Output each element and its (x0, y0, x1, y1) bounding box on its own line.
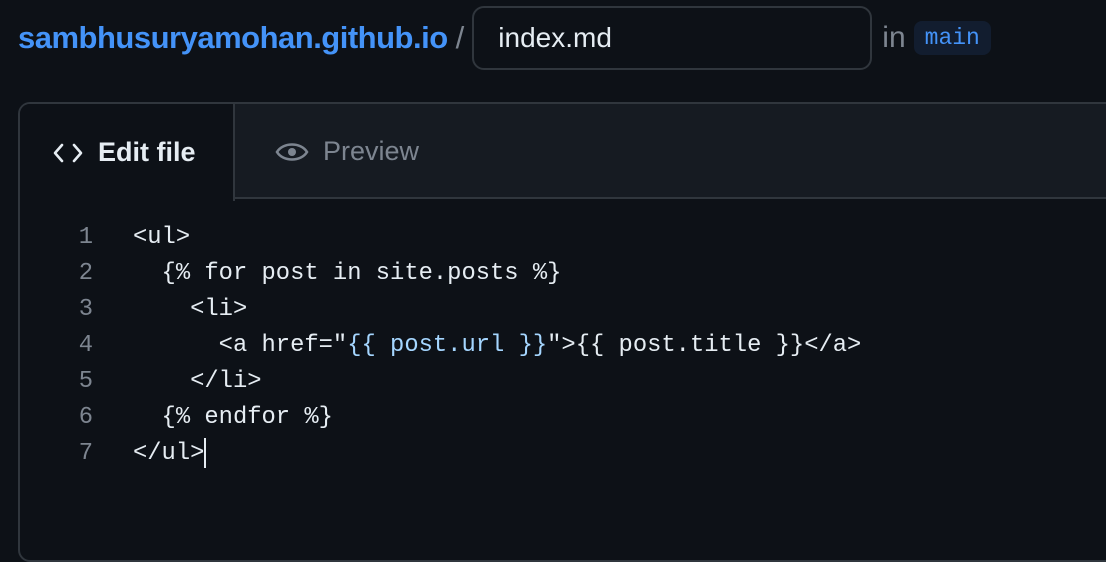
code-editor[interactable]: 1 <ul> 2 {% for post in site.posts %} 3 <… (0, 220, 861, 472)
line-number: 3 (78, 296, 93, 323)
line-number: 4 (78, 332, 93, 359)
string-token: {{ post.url }} (347, 332, 548, 359)
tab-label: Edit file (98, 137, 196, 167)
code-token: <a href=" (133, 332, 348, 359)
line-number: 5 (78, 368, 93, 395)
line-text: <ul> (133, 224, 191, 251)
code-token: ">{{ post.title }}</a> (547, 332, 862, 359)
code-line: 4 <a href="{{ post.url }}">{{ post.title… (0, 328, 862, 364)
tab-edit-file[interactable]: Edit file (20, 104, 235, 201)
editor-tabs: Edit file Preview (20, 104, 1106, 201)
line-text: <li> (133, 296, 248, 323)
code-line: 6 {% endfor %} (0, 400, 861, 436)
tab-label: Preview (323, 136, 420, 166)
breadcrumb: sambhusuryamohan.github.io / in main (18, 6, 991, 70)
code-line: 1 <ul> (0, 220, 861, 256)
line-number: 6 (78, 404, 93, 431)
tab-preview[interactable]: Preview (235, 104, 419, 199)
code-icon (53, 143, 83, 162)
line-text: {% endfor %} (133, 404, 333, 431)
filename-input[interactable] (472, 6, 873, 70)
line-number: 7 (78, 440, 93, 467)
branch-badge[interactable]: main (913, 21, 991, 55)
repo-link[interactable]: sambhusuryamohan.github.io (18, 20, 448, 56)
line-number: 1 (78, 224, 93, 251)
line-number: 2 (78, 260, 93, 287)
in-label: in (882, 21, 906, 54)
line-text: </li> (133, 368, 262, 395)
code-line: 2 {% for post in site.posts %} (0, 256, 861, 292)
breadcrumb-separator: / (455, 20, 465, 55)
line-text: <a href="{{ post.url }}">{{ post.title }… (133, 328, 862, 364)
code-line: 3 <li> (0, 292, 861, 328)
line-text: </ul> (133, 436, 207, 472)
code-token: </ul> (133, 440, 205, 467)
code-line: 5 </li> (0, 364, 861, 400)
code-line: 7 </ul> (0, 436, 861, 472)
line-text: {% for post in site.posts %} (133, 260, 562, 287)
eye-icon (275, 142, 309, 161)
text-cursor (204, 437, 207, 468)
